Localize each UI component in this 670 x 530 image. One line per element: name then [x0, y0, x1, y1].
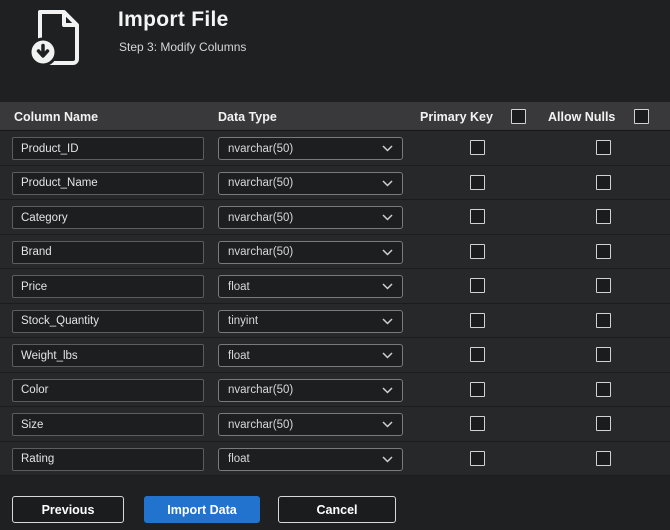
primary-key-checkbox[interactable] — [470, 243, 485, 259]
table-row: nvarchar(50) — [0, 235, 670, 269]
primary-key-checkbox[interactable] — [470, 140, 485, 155]
page-title: Import File — [118, 8, 229, 31]
column-name-input[interactable] — [12, 344, 204, 367]
header-primary-key: Primary Key — [420, 109, 493, 124]
footer-bar: Previous Import Data Cancel — [0, 476, 670, 530]
data-type-dropdown[interactable]: float — [218, 344, 403, 367]
data-type-dropdown[interactable]: float — [218, 275, 403, 298]
table-row: nvarchar(50) — [0, 407, 670, 442]
chevron-down-icon — [382, 421, 393, 428]
allow-nulls-select-all-checkbox[interactable] — [634, 109, 649, 124]
chevron-down-icon — [382, 352, 393, 359]
column-name-input[interactable] — [12, 275, 204, 298]
primary-key-checkbox[interactable] — [470, 278, 485, 293]
table-row: nvarchar(50) — [0, 200, 670, 235]
column-name-input[interactable] — [12, 309, 204, 333]
allow-nulls-checkbox[interactable] — [596, 347, 611, 362]
page-subtitle: Step 3: Modify Columns — [119, 40, 247, 54]
column-name-input[interactable] — [12, 240, 204, 264]
table-row: float — [0, 338, 670, 373]
header-column-name: Column Name — [14, 109, 99, 124]
primary-key-checkbox[interactable] — [470, 174, 485, 190]
data-type-value: nvarchar(50) — [228, 142, 294, 155]
data-type-value: nvarchar(50) — [228, 211, 294, 224]
table-header: Column Name Data Type Primary Key Allow … — [0, 102, 670, 131]
data-type-dropdown[interactable]: float — [218, 447, 403, 471]
primary-key-checkbox[interactable] — [470, 209, 485, 224]
chevron-down-icon — [382, 386, 393, 394]
primary-key-checkbox[interactable] — [470, 381, 485, 397]
chevron-down-icon — [382, 145, 393, 152]
chevron-down-icon — [382, 455, 393, 463]
data-type-value: nvarchar(50) — [228, 384, 294, 396]
table-row: nvarchar(50) — [0, 373, 670, 407]
data-type-value: float — [228, 453, 250, 465]
primary-key-checkbox[interactable] — [470, 347, 485, 362]
table-row: float — [0, 442, 670, 476]
primary-key-checkbox[interactable] — [470, 312, 485, 328]
data-type-dropdown[interactable]: nvarchar(50) — [218, 171, 403, 195]
column-name-input[interactable] — [12, 206, 204, 229]
data-type-dropdown[interactable]: tinyint — [218, 309, 403, 333]
allow-nulls-checkbox[interactable] — [596, 174, 611, 190]
allow-nulls-checkbox[interactable] — [596, 278, 611, 293]
chevron-down-icon — [382, 283, 393, 290]
chevron-down-icon — [382, 179, 393, 187]
cancel-button[interactable]: Cancel — [278, 496, 396, 523]
allow-nulls-checkbox[interactable] — [596, 381, 611, 397]
column-name-input[interactable] — [12, 413, 204, 436]
data-type-dropdown[interactable]: nvarchar(50) — [218, 240, 403, 264]
allow-nulls-checkbox[interactable] — [596, 243, 611, 259]
chevron-down-icon — [382, 214, 393, 221]
data-type-value: nvarchar(50) — [228, 418, 294, 431]
chevron-down-icon — [382, 317, 393, 325]
data-type-value: float — [228, 280, 250, 293]
table-row: nvarchar(50) — [0, 166, 670, 200]
column-name-input[interactable] — [12, 447, 204, 471]
allow-nulls-checkbox[interactable] — [596, 140, 611, 155]
column-name-input[interactable] — [12, 137, 204, 160]
column-name-input[interactable] — [12, 378, 204, 402]
data-type-dropdown[interactable]: nvarchar(50) — [218, 137, 403, 160]
data-type-value: nvarchar(50) — [228, 246, 294, 258]
column-name-input[interactable] — [12, 171, 204, 195]
allow-nulls-checkbox[interactable] — [596, 312, 611, 328]
header-data-type: Data Type — [218, 109, 277, 124]
primary-key-checkbox[interactable] — [470, 416, 485, 431]
table-body: nvarchar(50) nvarchar(50) — [0, 131, 670, 476]
allow-nulls-checkbox[interactable] — [596, 209, 611, 224]
previous-button[interactable]: Previous — [12, 496, 124, 523]
table-row: float — [0, 269, 670, 304]
allow-nulls-checkbox[interactable] — [596, 450, 611, 466]
import-file-window: Import File Step 3: Modify Columns Colum… — [0, 0, 670, 530]
import-file-icon — [28, 10, 79, 67]
primary-key-select-all-checkbox[interactable] — [511, 109, 526, 124]
data-type-dropdown[interactable]: nvarchar(50) — [218, 206, 403, 229]
import-data-button[interactable]: Import Data — [144, 496, 260, 523]
data-type-dropdown[interactable]: nvarchar(50) — [218, 413, 403, 436]
allow-nulls-checkbox[interactable] — [596, 416, 611, 431]
header-allow-nulls: Allow Nulls — [548, 109, 616, 124]
data-type-value: float — [228, 349, 250, 362]
data-type-value: nvarchar(50) — [228, 177, 294, 189]
page-header: Import File Step 3: Modify Columns — [0, 0, 670, 102]
data-type-dropdown[interactable]: nvarchar(50) — [218, 378, 403, 402]
table-row: nvarchar(50) — [0, 131, 670, 166]
table-row: tinyint — [0, 304, 670, 338]
chevron-down-icon — [382, 248, 393, 256]
data-type-value: tinyint — [228, 315, 259, 327]
primary-key-checkbox[interactable] — [470, 450, 485, 466]
